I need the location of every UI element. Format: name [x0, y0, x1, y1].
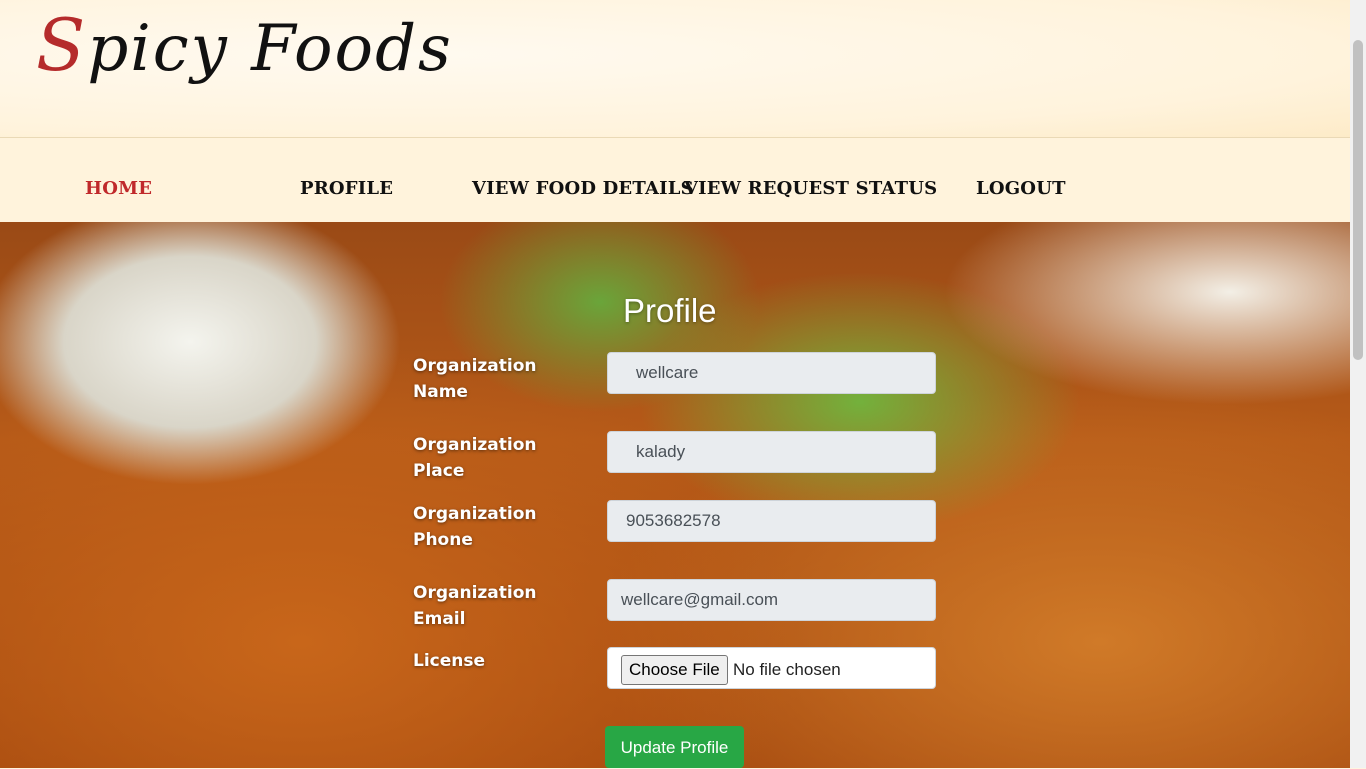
org-name-input[interactable]: [607, 352, 936, 394]
file-status-text: No file chosen: [733, 660, 841, 679]
nav-profile[interactable]: PROFILE: [300, 178, 393, 199]
org-email-input[interactable]: [607, 579, 936, 621]
org-name-label: Organization Name: [413, 356, 537, 402]
nav-view-request-status[interactable]: VIEW REQUEST STATUS: [684, 178, 937, 199]
nav-logout[interactable]: LOGOUT: [976, 178, 1066, 199]
org-place-label: Organization Place: [413, 435, 537, 481]
org-phone-label: Organization Phone: [413, 504, 537, 550]
nav-home[interactable]: HOME: [85, 178, 152, 199]
org-email-label: Organization Email: [413, 583, 537, 629]
org-place-input[interactable]: [607, 431, 936, 473]
main-nav: HOME PROFILE VIEW FOOD DETAILS VIEW REQU…: [0, 138, 1350, 222]
brand-logo[interactable]: Spicy Foods: [36, 0, 453, 110]
page-title: Profile: [623, 292, 717, 329]
update-profile-button[interactable]: Update Profile: [605, 726, 744, 768]
choose-file-button[interactable]: Choose File: [621, 655, 728, 685]
nav-view-food-details[interactable]: VIEW FOOD DETAILS: [472, 178, 694, 199]
site-header: Spicy Foods: [0, 0, 1350, 138]
page-scrollbar[interactable]: [1350, 0, 1366, 768]
org-phone-input[interactable]: [607, 500, 936, 542]
license-label: License: [413, 651, 486, 671]
license-file-input[interactable]: Choose File No file chosen: [607, 647, 936, 689]
scrollbar-thumb[interactable]: [1353, 40, 1363, 360]
